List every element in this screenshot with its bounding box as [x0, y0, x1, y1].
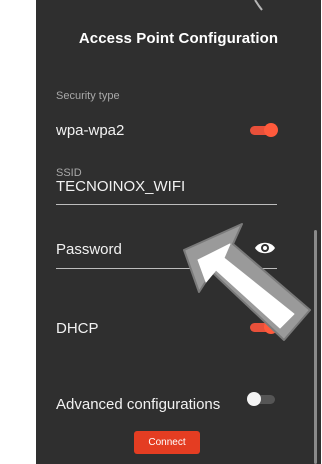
password-field[interactable]: Password [56, 241, 122, 258]
dialog-title: Access Point Configuration [78, 30, 279, 47]
eye-icon[interactable] [254, 240, 276, 256]
advanced-config-label: Advanced configurations [56, 396, 221, 413]
security-type-value[interactable]: wpa-wpa2 [56, 122, 124, 139]
ssid-field[interactable]: TECNOINOX_WIFI [56, 178, 185, 195]
security-toggle[interactable] [248, 123, 278, 137]
security-type-label: Security type [56, 90, 120, 102]
scrollbar[interactable] [314, 230, 317, 464]
dhcp-label: DHCP [56, 320, 99, 337]
screen: Access Point Configuration Security type… [0, 0, 322, 464]
advanced-toggle-thumb [247, 392, 261, 406]
decorative-mark [254, 0, 263, 11]
dhcp-toggle-thumb [264, 320, 278, 334]
password-underline [56, 268, 277, 269]
ssid-underline [56, 204, 277, 205]
connect-button[interactable]: Connect [134, 431, 200, 454]
advanced-config-toggle[interactable] [247, 392, 277, 406]
access-point-dialog: Access Point Configuration Security type… [36, 0, 321, 464]
dhcp-toggle[interactable] [248, 320, 278, 334]
security-toggle-thumb [264, 123, 278, 137]
